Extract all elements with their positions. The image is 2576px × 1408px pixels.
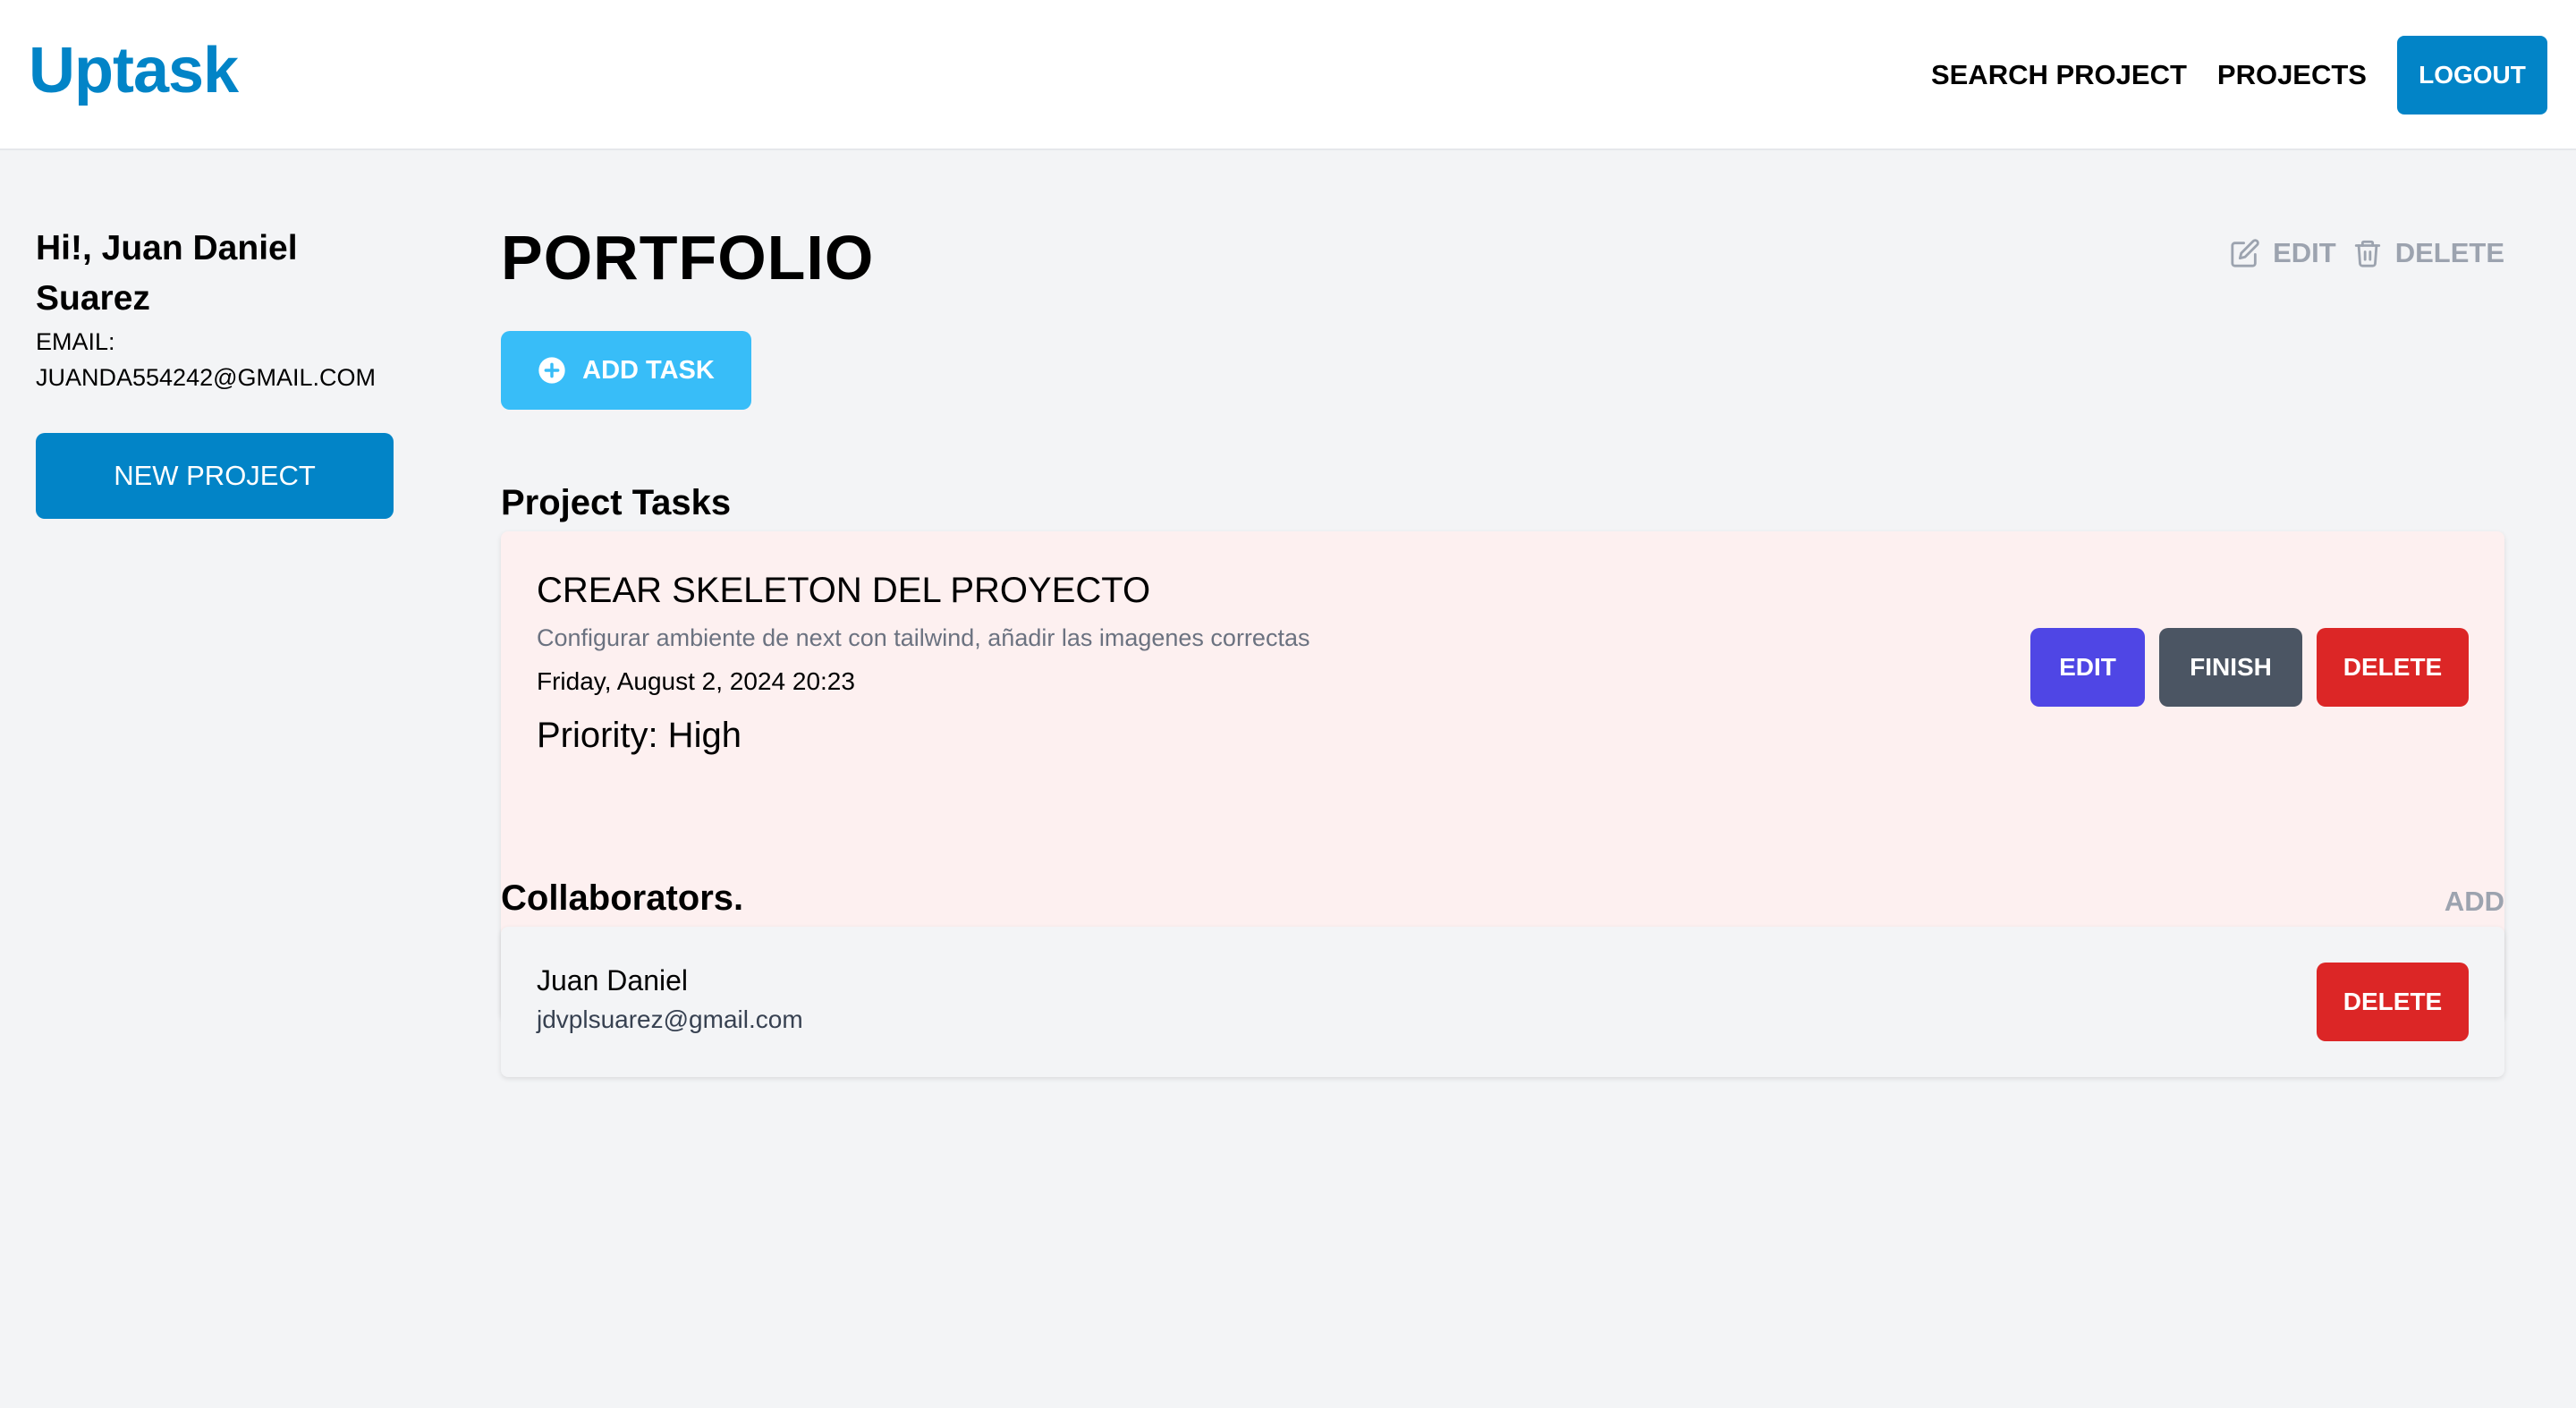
task-actions: EDIT FINISH DELETE bbox=[2016, 628, 2469, 707]
delete-project-label: DELETE bbox=[2394, 237, 2504, 268]
collaborators-heading: Collaborators. bbox=[501, 878, 744, 918]
delete-project-button[interactable]: DELETE bbox=[2352, 236, 2504, 270]
nav-projects-link[interactable]: PROJECTS bbox=[2217, 59, 2367, 91]
collaborator-card: Juan Daniel jdvplsuarez@gmail.com DELETE bbox=[501, 927, 2504, 1077]
nav-search-project-link[interactable]: SEARCH PROJECT bbox=[1931, 59, 2187, 91]
logout-button[interactable]: LOGOUT bbox=[2397, 36, 2547, 115]
edit-project-button[interactable]: EDIT bbox=[2230, 237, 2336, 269]
trash-icon bbox=[2354, 240, 2380, 267]
project-actions: EDIT DELETE bbox=[2230, 236, 2504, 270]
main-nav: SEARCH PROJECT PROJECTS LOGOUT bbox=[1931, 36, 2547, 115]
app-logo[interactable]: Uptask bbox=[29, 34, 239, 107]
email-label: EMAIL: bbox=[36, 328, 115, 355]
finish-task-button[interactable]: FINISH bbox=[2159, 628, 2302, 707]
add-task-label: ADD TASK bbox=[582, 355, 715, 385]
add-task-button[interactable]: ADD TASK bbox=[501, 331, 751, 410]
new-project-button[interactable]: NEW PROJECT bbox=[36, 433, 394, 519]
task-priority: Priority: High bbox=[537, 716, 741, 755]
tasks-heading: Project Tasks bbox=[501, 483, 732, 522]
collaborator-email: jdvplsuarez@gmail.com bbox=[537, 1005, 803, 1033]
user-email: JUANDA554242@GMAIL.COM bbox=[36, 364, 377, 391]
sidebar: Hi!, Juan Daniel Suarez EMAIL: JUANDA554… bbox=[36, 224, 411, 519]
edit-project-label: EDIT bbox=[2273, 237, 2336, 268]
collaborator-name: Juan Daniel bbox=[537, 964, 688, 997]
user-greeting: Hi!, Juan Daniel Suarez bbox=[36, 229, 298, 318]
delete-collaborator-button[interactable]: DELETE bbox=[2317, 963, 2469, 1041]
edit-task-button[interactable]: EDIT bbox=[2030, 628, 2145, 707]
top-navbar: Uptask SEARCH PROJECT PROJECTS LOGOUT bbox=[0, 0, 2576, 150]
add-collaborator-button[interactable]: ADD bbox=[2445, 886, 2504, 918]
pencil-square-icon bbox=[2231, 239, 2259, 267]
task-date: Friday, August 2, 2024 20:23 bbox=[537, 667, 855, 695]
task-name: CREAR SKELETON DEL PROYECTO bbox=[537, 571, 1151, 610]
plus-circle-icon bbox=[538, 357, 565, 384]
project-title: PORTFOLIO bbox=[501, 223, 875, 293]
delete-task-button[interactable]: DELETE bbox=[2317, 628, 2469, 707]
task-description: Configurar ambiente de next con tailwind… bbox=[537, 624, 1310, 651]
